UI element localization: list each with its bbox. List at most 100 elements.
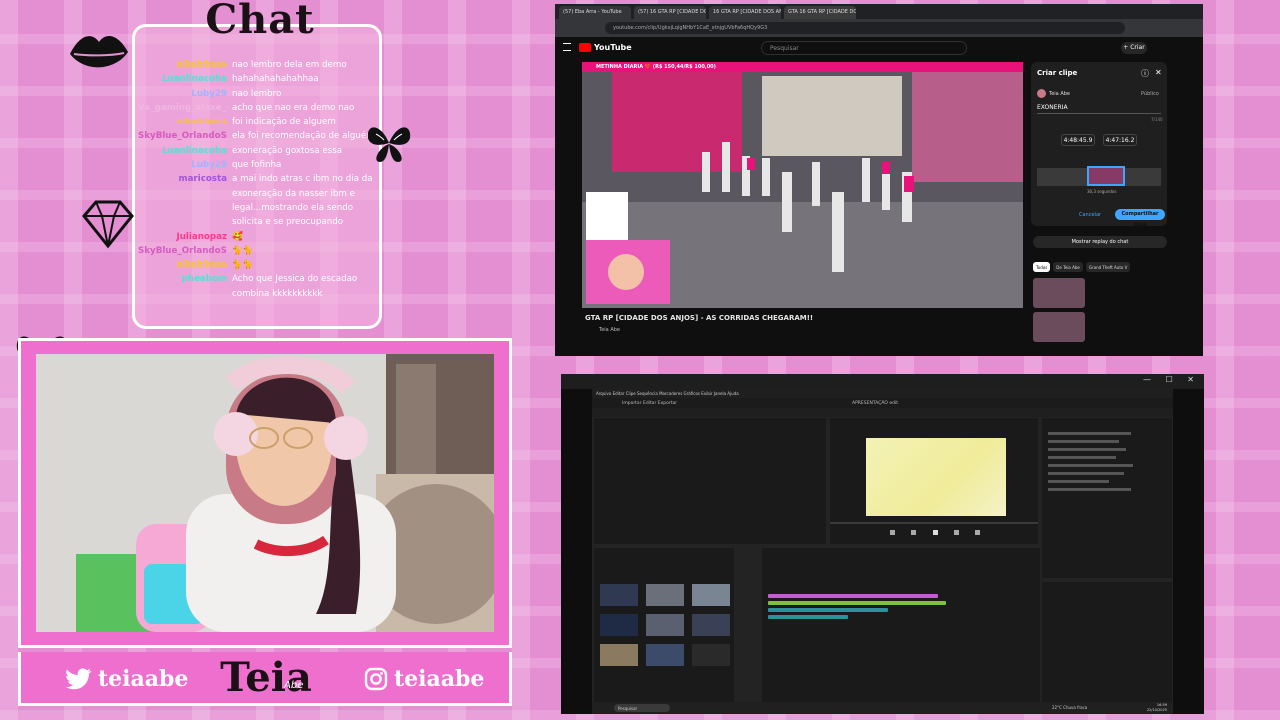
show-chat-replay-button[interactable]: Mostrar replay do chat [1033, 236, 1167, 248]
chat-message: nikolrboss foi indicação de alguem [138, 115, 378, 129]
chat-username[interactable]: nikolrboss [138, 258, 227, 272]
chat-text: acho que nao era demo nao [232, 102, 355, 113]
instagram-handle: teiaabe [364, 664, 484, 694]
chat-message: SkyBlue_OrlandoSil... 🐈🐈 [138, 244, 378, 258]
video-frame [582, 62, 1023, 308]
lips-icon [70, 36, 128, 68]
clip-visibility[interactable]: Público [1141, 91, 1159, 97]
video-title: GTA RP [CIDADE DOS ANJOS] - AS CORRIDAS … [585, 314, 814, 322]
chat-username[interactable]: nikolrboss [138, 115, 227, 129]
transport-controls[interactable] [890, 530, 980, 536]
browser-tab[interactable]: 16 GTA RP [CIDADE DOS ANJOS] - N... [709, 6, 781, 19]
browser-tab[interactable]: (57) Eba Arra - YouTube [559, 6, 631, 19]
chat-message: Luby29 que fofinha [138, 158, 378, 172]
chat-text: que fofinha [232, 160, 282, 171]
search-input[interactable]: Pesquisar [761, 41, 967, 55]
chat-username[interactable]: Vx_gaming_alaxe_ch [138, 101, 227, 115]
twitter-handle: teiaabe [66, 664, 188, 694]
address-bar: youtube.com/clip/UgkxjLqlgNHbY1CaE_xtnjg… [555, 19, 1203, 37]
brand-logo: Teia [220, 654, 312, 701]
video-goal-banner: METINHA DIARIA ❤️ (R$ 150,44/R$ 100,00) [582, 62, 1023, 72]
clip-panel-title: Criar clipe [1037, 69, 1078, 77]
panel-tabs [592, 408, 1173, 417]
chat-text: a mai indo atras c ibm no dia da exonera… [232, 174, 376, 228]
instagram-icon [364, 667, 388, 691]
timeline-panel[interactable] [762, 548, 1040, 706]
program-monitor[interactable] [830, 418, 1038, 544]
clip-selection-handle[interactable] [1087, 166, 1125, 186]
chat-username[interactable]: maricosta [138, 172, 227, 229]
menu-icon[interactable] [563, 43, 571, 51]
chat-username[interactable]: Julianopaz [138, 230, 227, 244]
twitter-icon [66, 668, 92, 690]
chat-message: Luanlinacoha exoneração goxtosa essa [138, 144, 378, 158]
workspace-nav: Importar Editar Exportar APRESENTAÇÃO ed… [592, 398, 1173, 408]
chat-title: Chat [205, 0, 315, 43]
chat-text: foi indicação de alguem [232, 117, 336, 128]
window-titlebar: — ☐ ✕ [561, 374, 1204, 389]
chat-text: 🥰 [232, 231, 243, 242]
share-clip-button[interactable]: Compartilhar clipe [1115, 209, 1165, 228]
info-icon[interactable]: ⓘ [1141, 68, 1149, 79]
program-scrubber[interactable] [830, 522, 1038, 524]
taskbar-search[interactable]: Pesquisar [614, 704, 670, 712]
chat-message: Julianopaz 🥰 [138, 230, 378, 244]
chat-text: nao lembro [232, 88, 282, 99]
twitter-handle-text: teiaabe [98, 666, 189, 692]
properties-panel[interactable] [1042, 582, 1172, 706]
recommended-video[interactable] [1033, 278, 1167, 308]
chat-username[interactable]: SkyBlue_OrlandoSil... [138, 129, 227, 143]
chat-message: pheabom Acho que Jessica do escadao combi… [138, 272, 378, 301]
menu-bar[interactable]: Arquivo Editar Clipe Sequência Marcadore… [592, 388, 1173, 398]
clip-duration: 30,3 segundos [1087, 189, 1117, 194]
chat-username[interactable]: SkyBlue_OrlandoSil... [138, 244, 227, 258]
taskbar-clock[interactable]: 16:59 22/10/2025 [1147, 703, 1167, 713]
chat-text: Acho que Jessica do escadao combina kkkk… [232, 274, 360, 299]
chip[interactable]: De Teia Abe [1053, 262, 1083, 272]
chat-username[interactable]: nikolrboss [138, 58, 227, 72]
channel-name[interactable]: Teia Abe [599, 327, 620, 333]
recommendation-chips: Todos De Teia Abe Grand Theft Auto V [1033, 262, 1167, 272]
chat-message: maricosta a mai indo atras c ibm no dia d… [138, 172, 378, 229]
cancel-button[interactable]: Cancelar [1079, 212, 1101, 218]
youtube-header: YouTube Pesquisar + Criar [555, 37, 1203, 59]
browser-tab[interactable]: (57) 16 GTA RP [CIDADE DOS ANJOS] [634, 6, 706, 19]
close-icon[interactable]: ✕ [1155, 68, 1162, 77]
window-controls[interactable]: — ☐ ✕ [1143, 375, 1200, 384]
workspace-tabs[interactable]: Importar Editar Exportar [622, 401, 677, 406]
chat-username[interactable]: pheabom [138, 272, 227, 301]
source-monitor[interactable] [594, 418, 826, 544]
video-tracks[interactable] [768, 594, 948, 619]
recommended-video[interactable] [1033, 312, 1167, 342]
chip[interactable]: Grand Theft Auto V [1085, 262, 1131, 272]
chat-username[interactable]: Luby29 [138, 158, 227, 172]
browser-tab-active[interactable]: GTA 16 GTA RP [CIDADE DOS AN... [784, 6, 856, 19]
chat-message: Luby29 nao lembro [138, 87, 378, 101]
chat-username[interactable]: Luanlinacoha [138, 72, 227, 86]
effects-panel[interactable] [1042, 418, 1172, 578]
chat-message-list: nikolrboss nao lembro dela em demo Luanlin… [138, 58, 378, 301]
chat-message: Vx_gaming_alaxe_ch acho que nao era demo … [138, 101, 378, 115]
youtube-play-icon [579, 43, 591, 52]
clock-date: 22/10/2025 [1146, 708, 1167, 712]
project-panel[interactable] [594, 548, 734, 706]
weather-widget[interactable]: 22°C Chuva fraca [1052, 705, 1087, 710]
clip-end-time[interactable]: 4:47:16.2 [1103, 134, 1137, 146]
chat-message: nikolrboss nao lembro dela em demo [138, 58, 378, 72]
video-player[interactable]: METINHA DIARIA ❤️ (R$ 150,44/R$ 100,00) [582, 62, 1023, 308]
url-input[interactable]: youtube.com/clip/UgkxjLqlgNHbY1CaE_xtnjg… [605, 22, 1125, 34]
chip[interactable]: Todos [1033, 262, 1051, 272]
instagram-handle-text: teiaabe [394, 666, 485, 692]
create-button[interactable]: + Criar [1121, 42, 1147, 54]
chat-text: hahahahahahahhaa [232, 74, 319, 85]
youtube-logo-text: YouTube [594, 43, 632, 52]
clip-title-input[interactable]: EXONERIA [1037, 102, 1161, 114]
youtube-logo[interactable]: YouTube [579, 43, 632, 52]
chat-username[interactable]: Luanlinacoha [138, 144, 227, 158]
clip-start-time[interactable]: 4:48:45.9 [1061, 134, 1095, 146]
chat-message: SkyBlue_OrlandoSil... ela foi recomendaçã… [138, 129, 378, 143]
chat-text: 🐈🐈 [232, 245, 254, 256]
chat-username[interactable]: Luby29 [138, 87, 227, 101]
taskbar: Pesquisar 22°C Chuva fraca 16:59 22/10/2… [592, 702, 1173, 714]
clip-author: Teia Abe [1049, 91, 1070, 97]
